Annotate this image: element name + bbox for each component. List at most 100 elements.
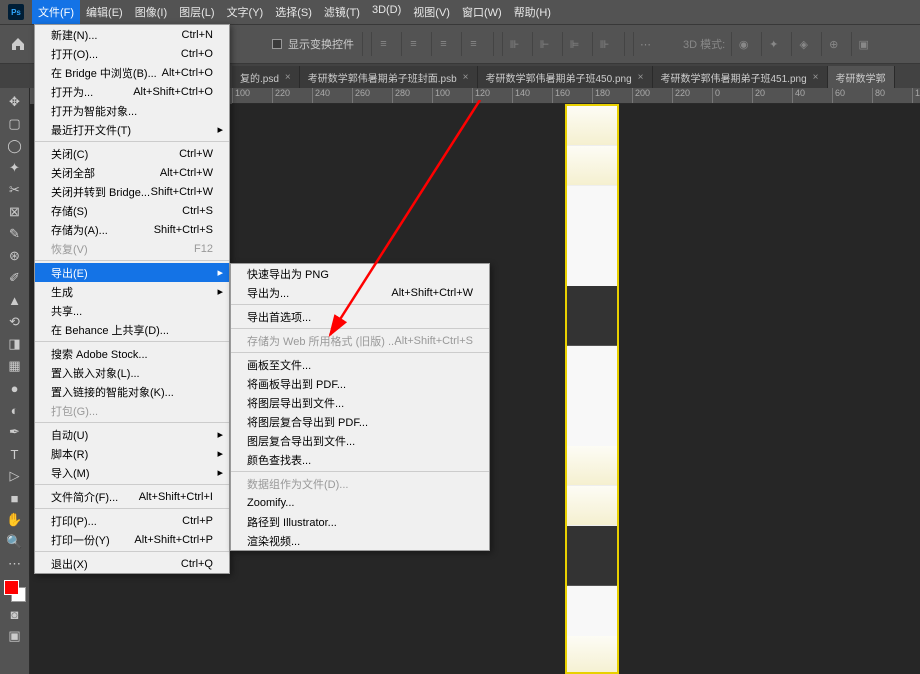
menu-8[interactable]: 视图(V)	[407, 0, 456, 24]
menu-item[interactable]: 退出(X)Ctrl+Q	[35, 554, 229, 573]
menu-item[interactable]: 最近打开文件(T)▸	[35, 120, 229, 139]
menu-2[interactable]: 图像(I)	[129, 0, 173, 24]
tool-path[interactable]: ▷	[3, 466, 27, 486]
close-icon[interactable]: ×	[638, 72, 644, 83]
menu-item[interactable]: Zoomify...	[231, 493, 489, 512]
distribute-icon[interactable]: ⊩	[532, 32, 556, 56]
menu-item[interactable]: 搜索 Adobe Stock...	[35, 344, 229, 363]
tool-dodge[interactable]: ◐	[3, 400, 27, 420]
tool-hand[interactable]: ✋	[3, 510, 27, 530]
align-icon[interactable]: ≡	[461, 32, 485, 56]
align-icon[interactable]: ≡	[431, 32, 455, 56]
tool-quickmask[interactable]: ◙	[3, 604, 27, 624]
tool-blur[interactable]: ●	[3, 378, 27, 398]
3d-icon[interactable]: ◉	[731, 32, 755, 56]
checkbox[interactable]	[272, 39, 282, 49]
tool-crop[interactable]: ✂	[3, 180, 27, 200]
menu-item[interactable]: 路径到 Illustrator...	[231, 512, 489, 531]
menu-item[interactable]: 自动(U)▸	[35, 425, 229, 444]
menu-item[interactable]: 新建(N)...Ctrl+N	[35, 25, 229, 44]
align-icon[interactable]: ≡	[371, 32, 395, 56]
tool-frame[interactable]: ⊠	[3, 202, 27, 222]
home-icon[interactable]	[4, 30, 32, 58]
document[interactable]	[565, 104, 619, 674]
tool-wand[interactable]: ✦	[3, 158, 27, 178]
tool-lasso[interactable]: ◯	[3, 136, 27, 156]
menu-4[interactable]: 文字(Y)	[221, 0, 270, 24]
menu-3[interactable]: 图层(L)	[173, 0, 220, 24]
menu-item[interactable]: 存储(S)Ctrl+S	[35, 201, 229, 220]
menu-item[interactable]: 导出为...Alt+Shift+Ctrl+W	[231, 283, 489, 302]
tool-shape[interactable]: ■	[3, 488, 27, 508]
menu-item[interactable]: 打开(O)...Ctrl+O	[35, 44, 229, 63]
tool-type[interactable]: T	[3, 444, 27, 464]
more-icon[interactable]: ⋯	[633, 32, 657, 56]
tool-history[interactable]: ⟲	[3, 312, 27, 332]
tool-pen[interactable]: ✒	[3, 422, 27, 442]
menu-5[interactable]: 选择(S)	[269, 0, 318, 24]
distribute-icon[interactable]: ⊫	[562, 32, 586, 56]
menu-item[interactable]: 画板至文件...	[231, 355, 489, 374]
menu-item[interactable]: 置入链接的智能对象(K)...	[35, 382, 229, 401]
menu-item[interactable]: 文件简介(F)...Alt+Shift+Ctrl+I	[35, 487, 229, 506]
menu-item[interactable]: 打开为...Alt+Shift+Ctrl+O	[35, 82, 229, 101]
3d-icon[interactable]: ▣	[851, 32, 875, 56]
menu-item[interactable]: 打开为智能对象...	[35, 101, 229, 120]
menu-9[interactable]: 窗口(W)	[456, 0, 508, 24]
menu-item[interactable]: 共享...	[35, 301, 229, 320]
tool-more[interactable]: ⋯	[3, 554, 27, 574]
menu-item[interactable]: 颜色查找表...	[231, 450, 489, 469]
menu-item[interactable]: 渲染视频...	[231, 531, 489, 550]
menu-item[interactable]: 关闭(C)Ctrl+W	[35, 144, 229, 163]
menu-1[interactable]: 编辑(E)	[80, 0, 129, 24]
tool-eyedropper[interactable]: ✎	[3, 224, 27, 244]
tool-stamp[interactable]: ▲	[3, 290, 27, 310]
menu-item[interactable]: 导入(M)▸	[35, 463, 229, 482]
tool-healing[interactable]: ⊛	[3, 246, 27, 266]
tool-screenmode[interactable]: ▣	[3, 626, 27, 646]
align-icon[interactable]: ≡	[401, 32, 425, 56]
menu-item[interactable]: 将图层复合导出到 PDF...	[231, 412, 489, 431]
menu-0[interactable]: 文件(F)	[32, 0, 80, 24]
menu-6[interactable]: 滤镜(T)	[318, 0, 366, 24]
document-tab[interactable]: 考研数学郭	[828, 66, 895, 88]
close-icon[interactable]: ×	[813, 72, 819, 83]
menu-item[interactable]: 将图层导出到文件...	[231, 393, 489, 412]
menu-item[interactable]: 置入嵌入对象(L)...	[35, 363, 229, 382]
close-icon[interactable]: ×	[463, 72, 469, 83]
menu-item[interactable]: 关闭并转到 Bridge...Shift+Ctrl+W	[35, 182, 229, 201]
menu-item[interactable]: 存储为(A)...Shift+Ctrl+S	[35, 220, 229, 239]
tool-eraser[interactable]: ◨	[3, 334, 27, 354]
document-tab[interactable]: 考研数学郭伟暑期弟子班451.png×	[653, 66, 828, 88]
distribute-icon[interactable]: ⊪	[592, 32, 616, 56]
menu-item[interactable]: 脚本(R)▸	[35, 444, 229, 463]
tool-zoom[interactable]: 🔍	[3, 532, 27, 552]
menu-7[interactable]: 3D(D)	[366, 0, 407, 24]
menu-item[interactable]: 打印一份(Y)Alt+Shift+Ctrl+P	[35, 530, 229, 549]
color-swatch[interactable]	[4, 580, 26, 602]
3d-icon[interactable]: ✦	[761, 32, 785, 56]
menu-item[interactable]: 在 Behance 上共享(D)...	[35, 320, 229, 339]
menu-item[interactable]: 打印(P)...Ctrl+P	[35, 511, 229, 530]
document-tab[interactable]: 考研数学郭伟暑期弟子班450.png×	[478, 66, 653, 88]
menu-item[interactable]: 关闭全部Alt+Ctrl+W	[35, 163, 229, 182]
menu-item[interactable]: 导出(E)▸	[35, 263, 229, 282]
tool-marquee[interactable]: ▢	[3, 114, 27, 134]
menu-item[interactable]: 在 Bridge 中浏览(B)...Alt+Ctrl+O	[35, 63, 229, 82]
tool-gradient[interactable]: ▦	[3, 356, 27, 376]
menu-10[interactable]: 帮助(H)	[508, 0, 557, 24]
distribute-icon[interactable]: ⊪	[502, 32, 526, 56]
document-tab[interactable]: 复的.psd×	[232, 66, 300, 88]
tool-brush[interactable]: ✐	[3, 268, 27, 288]
tool-move[interactable]: ✥	[3, 92, 27, 112]
file-menu-dropdown: 新建(N)...Ctrl+N打开(O)...Ctrl+O在 Bridge 中浏览…	[34, 24, 230, 574]
menu-item[interactable]: 生成▸	[35, 282, 229, 301]
3d-icon[interactable]: ⊕	[821, 32, 845, 56]
menu-item[interactable]: 图层复合导出到文件...	[231, 431, 489, 450]
document-tab[interactable]: 考研数学郭伟暑期弟子班封面.psb×	[300, 66, 478, 88]
close-icon[interactable]: ×	[285, 72, 291, 83]
menu-item[interactable]: 将画板导出到 PDF...	[231, 374, 489, 393]
3d-icon[interactable]: ◈	[791, 32, 815, 56]
menu-item[interactable]: 快速导出为 PNG	[231, 264, 489, 283]
menu-item[interactable]: 导出首选项...	[231, 307, 489, 326]
